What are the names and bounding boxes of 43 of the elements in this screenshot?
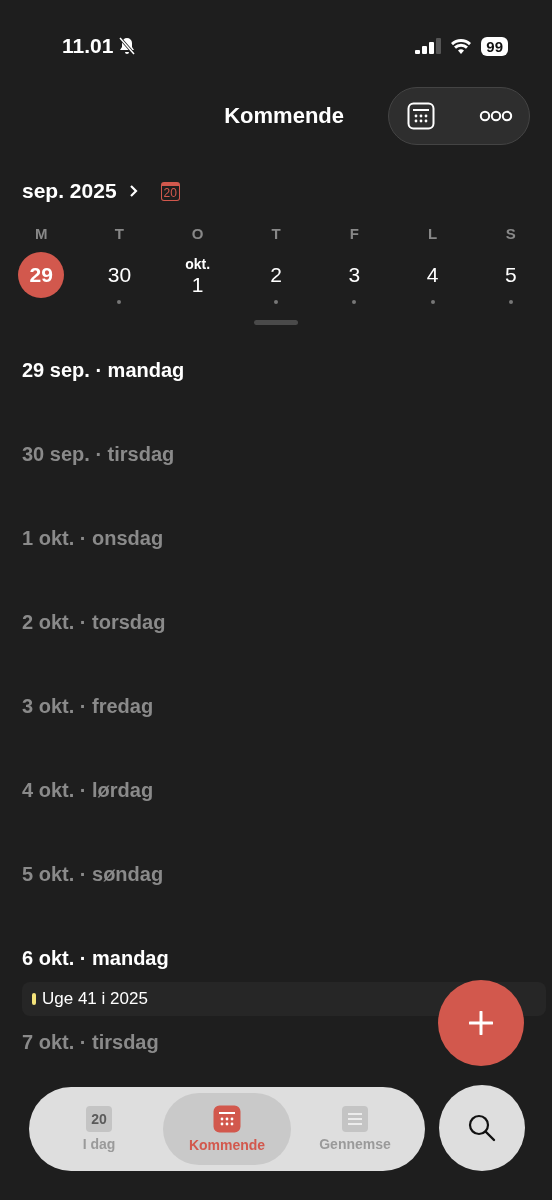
bell-muted-icon: [117, 36, 138, 56]
day-heading: 2 okt. · torsdag: [22, 611, 167, 634]
weekday-label: S: [504, 224, 517, 242]
day-number[interactable]: 4: [409, 252, 456, 298]
day-number[interactable]: 29: [18, 252, 65, 298]
chevron-right-icon[interactable]: [128, 184, 139, 198]
weekday-label: O: [190, 224, 205, 242]
month-label[interactable]: sep. 2025: [22, 179, 117, 203]
plus-icon: [469, 1011, 493, 1035]
day-heading: 6 okt. · mandag: [22, 947, 170, 970]
screen-title: Kommende: [224, 103, 344, 129]
wifi-icon: [450, 38, 473, 54]
tab[interactable]: 20 I dag: [35, 1093, 163, 1165]
drag-handle[interactable]: [254, 320, 298, 325]
list-icon: [342, 1106, 368, 1132]
battery-level: 99: [481, 36, 508, 56]
day-heading: 3 okt. · fredag: [22, 695, 155, 718]
week-label: Uge 41 i 2025: [42, 989, 148, 1009]
day-number[interactable]: 30: [96, 252, 143, 298]
calendar-icon: [213, 1105, 241, 1133]
day-heading: 5 okt. · søndag: [22, 863, 165, 886]
day-number[interactable]: 3: [331, 252, 378, 298]
day-heading: 4 okt. · lørdag: [22, 779, 155, 802]
signal-icon: [415, 38, 442, 54]
day-heading: 29 sep. · mandag: [22, 359, 186, 382]
weekday-label: T: [113, 224, 125, 242]
weekday-label: L: [426, 224, 439, 242]
month-abbr: okt.: [185, 256, 211, 272]
day-number[interactable]: 1: [174, 272, 221, 298]
today-calendar-icon[interactable]: 20: [160, 181, 180, 201]
day-heading: 1 okt. · onsdag: [22, 527, 165, 550]
day-heading: 30 sep. · tirsdag: [22, 443, 176, 466]
weekday-label: F: [348, 224, 360, 242]
day-heading: 7 okt. · tirsdag: [22, 1031, 160, 1054]
search-icon: [467, 1113, 497, 1143]
day-number[interactable]: 2: [253, 252, 299, 298]
more-icon[interactable]: [479, 110, 513, 122]
weekday-label: T: [270, 224, 282, 242]
status-time: 11.01: [62, 34, 114, 58]
day-number[interactable]: 5: [487, 252, 534, 298]
weekday-label: M: [33, 224, 49, 242]
calendar-view-icon: [407, 102, 435, 130]
calendar-day-icon: 20: [86, 1106, 112, 1132]
